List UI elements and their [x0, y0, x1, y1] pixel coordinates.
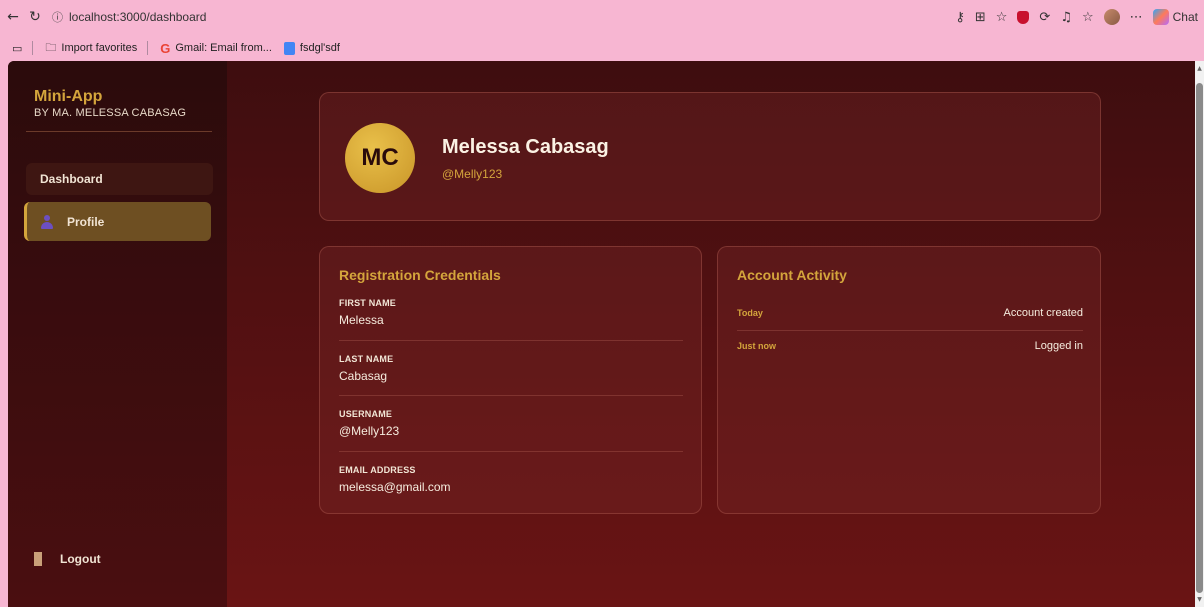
- app-window: Mini-App BY MA. MELESSA CABASAG Dashboar…: [8, 61, 1195, 607]
- field-value: Melessa: [339, 313, 384, 327]
- brand-title: Mini-App: [34, 88, 103, 105]
- field-value: @Melly123: [339, 424, 400, 438]
- key-icon[interactable]: ⚷: [955, 10, 965, 25]
- scrollbar[interactable]: ▲ ▼: [1195, 61, 1204, 607]
- activity-divider: [737, 330, 1083, 331]
- google-icon: G: [160, 40, 171, 56]
- favorites-icon[interactable]: ☆: [1082, 10, 1094, 25]
- profile-card: MC Melessa Cabasag @Melly123: [319, 92, 1101, 221]
- chat-button[interactable]: Chat: [1152, 9, 1198, 25]
- extension-icon[interactable]: ⟳: [1039, 10, 1050, 25]
- activity-description: Logged in: [1034, 340, 1083, 352]
- card-title: Registration Credentials: [339, 267, 501, 283]
- activity-row: Today Account created: [737, 307, 1083, 319]
- browser-tools: ⚷ ⊞ ☆ ⟳ ♫ ☆ ⋯ Chat: [955, 6, 1198, 28]
- logout-label: Logout: [60, 552, 101, 566]
- chat-label: Chat: [1172, 10, 1198, 24]
- folder-icon: 🗀: [45, 41, 57, 54]
- sidebar-item-label: Dashboard: [40, 172, 103, 186]
- bookmark-gmail[interactable]: G Gmail: Email from...: [160, 41, 272, 56]
- refresh-icon[interactable]: ↻: [26, 8, 44, 26]
- bookmark-label: Gmail: Email from...: [175, 42, 272, 54]
- scroll-down-icon[interactable]: ▼: [1196, 596, 1203, 603]
- bookmark-import-favorites[interactable]: 🗀 Import favorites: [45, 39, 137, 58]
- bookmarks-menu-icon[interactable]: ▭: [12, 42, 22, 55]
- star-icon[interactable]: ☆: [996, 10, 1008, 25]
- avatar: MC: [345, 123, 415, 193]
- field-value: Cabasag: [339, 369, 388, 383]
- activity-description: Account created: [1003, 307, 1084, 319]
- more-icon[interactable]: ⋯: [1130, 10, 1143, 25]
- music-icon[interactable]: ♫: [1060, 10, 1072, 25]
- activity-row: Just now Logged in: [737, 340, 1083, 352]
- bookmark-divider: [32, 41, 34, 55]
- brand-divider: [26, 131, 212, 132]
- field-last-name: LAST NAME Cabasag: [339, 354, 683, 383]
- brand-subtitle: BY MA. MELESSA CABASAG: [34, 107, 187, 119]
- url-text: localhost:3000/dashboard: [69, 10, 207, 24]
- activity-time: Just now: [737, 341, 777, 351]
- sidebar-item-profile[interactable]: Profile: [24, 202, 211, 241]
- nav-row: ← ↻ ⓘ localhost:3000/dashboard ⚷ ⊞ ☆ ⟳ ♫…: [0, 6, 1204, 28]
- sidebar: Mini-App BY MA. MELESSA CABASAG Dashboar…: [8, 61, 227, 607]
- field-divider: [339, 340, 683, 341]
- field-label: USERNAME: [339, 409, 393, 419]
- logout-button[interactable]: Logout: [34, 547, 154, 571]
- back-icon[interactable]: ←: [4, 8, 22, 26]
- browser-toolbar: ← ↻ ⓘ localhost:3000/dashboard ⚷ ⊞ ☆ ⟳ ♫…: [0, 0, 1204, 36]
- field-divider: [339, 451, 683, 452]
- scroll-up-icon[interactable]: ▲: [1196, 65, 1203, 72]
- sidebar-item-label: Profile: [67, 214, 105, 229]
- person-icon: [41, 214, 53, 229]
- profile-handle: @Melly123: [442, 167, 503, 181]
- brand: Mini-App BY MA. MELESSA CABASAG: [34, 88, 186, 119]
- address-bar[interactable]: ⓘ localhost:3000/dashboard: [52, 7, 872, 27]
- field-label: FIRST NAME: [339, 298, 396, 308]
- credentials-card: Registration Credentials FIRST NAME Mele…: [319, 246, 702, 514]
- bookmark-label: Import favorites: [61, 42, 138, 54]
- bookmark-doc[interactable]: fsdgl'sdf: [283, 41, 340, 55]
- field-label: LAST NAME: [339, 354, 394, 364]
- field-email: EMAIL ADDRESS melessa@gmail.com: [339, 465, 683, 494]
- bookmark-divider: [147, 41, 149, 55]
- profile-name: Melessa Cabasag: [442, 136, 609, 158]
- card-title: Account Activity: [737, 267, 847, 283]
- shield-icon[interactable]: [1017, 10, 1030, 24]
- field-divider: [339, 395, 683, 396]
- field-value: melessa@gmail.com: [339, 480, 451, 494]
- info-icon[interactable]: ⓘ: [52, 9, 63, 25]
- activity-card: Account Activity Today Account created J…: [717, 246, 1101, 514]
- scroll-thumb[interactable]: [1196, 83, 1203, 593]
- field-username: USERNAME @Melly123: [339, 409, 683, 438]
- profile-avatar-icon[interactable]: [1103, 9, 1120, 25]
- bookmark-label: fsdgl'sdf: [299, 42, 340, 54]
- copilot-icon: [1152, 9, 1169, 25]
- activity-time: Today: [737, 308, 763, 318]
- bookmarks-bar: ▭ 🗀 Import favorites G Gmail: Email from…: [0, 36, 1204, 60]
- field-first-name: FIRST NAME Melessa: [339, 298, 683, 327]
- field-label: EMAIL ADDRESS: [339, 465, 416, 475]
- door-icon: [34, 552, 42, 566]
- document-icon: [283, 41, 295, 55]
- sidebar-item-dashboard[interactable]: Dashboard: [26, 163, 213, 195]
- app-grid-icon[interactable]: ⊞: [975, 10, 986, 25]
